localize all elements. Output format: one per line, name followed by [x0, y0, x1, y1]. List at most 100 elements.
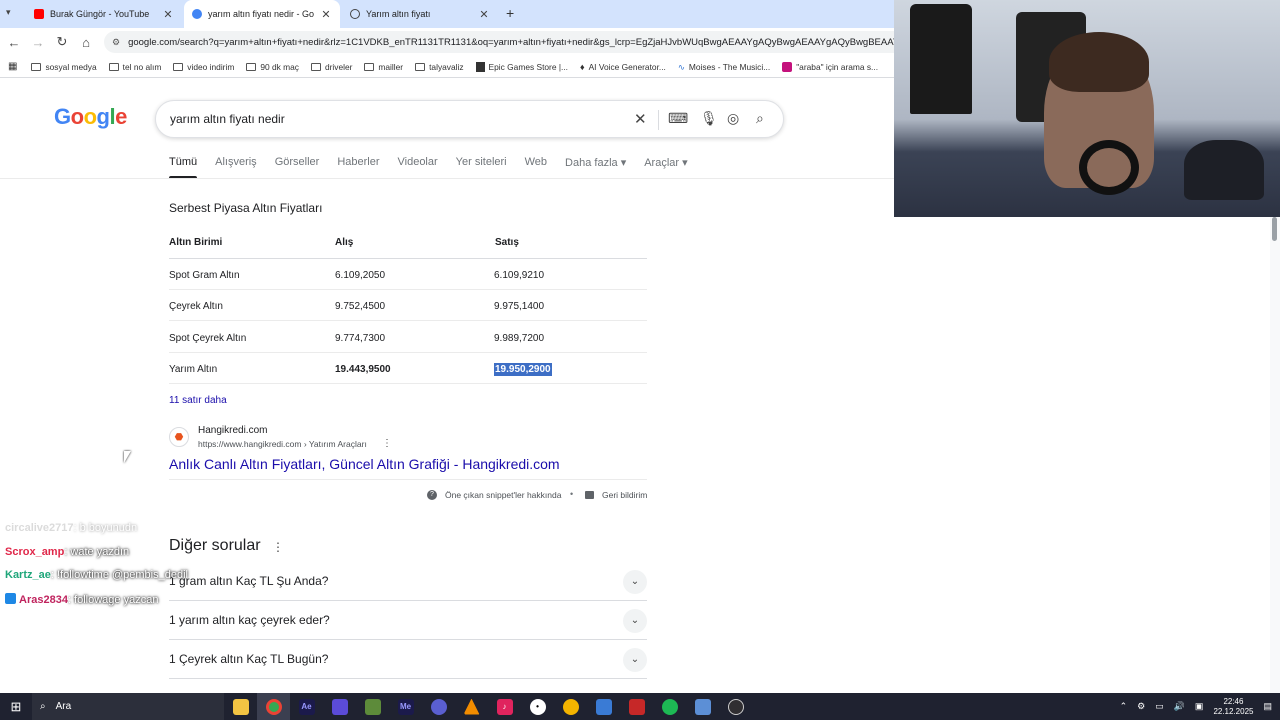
app-icon[interactable]: [422, 693, 455, 720]
tab-search-button[interactable]: ▾: [6, 7, 20, 21]
tab-shopping[interactable]: Alışveriş: [215, 156, 257, 169]
mouse-cursor-icon: [124, 451, 131, 463]
bookmark-folder[interactable]: tel no alım: [108, 62, 161, 72]
close-icon[interactable]: ✕: [320, 8, 332, 21]
site-info-icon[interactable]: ⚙: [112, 37, 120, 48]
app-icon[interactable]: [620, 693, 653, 720]
microphone-icon[interactable]: 🎙: [700, 110, 718, 127]
browser-tab[interactable]: Yarım altın fiyatı ✕: [342, 0, 498, 28]
search-site-icon: [782, 61, 793, 72]
tab-tools[interactable]: Araçlar ▾: [644, 156, 687, 169]
chevron-down-icon: ⌄: [623, 648, 647, 672]
file-explorer-icon[interactable]: [224, 693, 257, 720]
battery-icon[interactable]: ▭: [1155, 701, 1164, 712]
app-icon[interactable]: [686, 693, 719, 720]
back-icon[interactable]: ←: [2, 30, 26, 54]
bookmark-folder[interactable]: sosyal medya: [31, 62, 97, 72]
globe-icon: [350, 9, 360, 19]
bookmarks-bar: ▦ sosyal medya tel no alım video indirim…: [0, 56, 894, 78]
search-icon: ⌕: [40, 701, 46, 712]
bookmark-link[interactable]: ♦ AI Voice Generator...: [580, 62, 666, 72]
selected-text[interactable]: 19.950,2900: [494, 363, 552, 376]
close-icon[interactable]: ✕: [162, 8, 174, 21]
media-encoder-icon[interactable]: Me: [389, 693, 422, 720]
bookmark-link[interactable]: Epic Games Store |...: [475, 61, 568, 72]
search-icon[interactable]: ⌕: [756, 110, 764, 127]
windows-start-icon[interactable]: ⊞: [0, 693, 32, 720]
scrollbar-thumb[interactable]: [1272, 217, 1277, 241]
search-box[interactable]: yarım altın fiyatı nedir ✕ ⌨ 🎙 ◎ ⌕: [155, 100, 784, 138]
folder-icon: [246, 62, 257, 71]
ai-voice-icon: ♦: [580, 61, 585, 72]
tab-all[interactable]: Tümü: [169, 156, 198, 179]
keyboard-icon[interactable]: ⌨: [668, 110, 688, 127]
bookmark-link[interactable]: ∿ Moises - The Musici...: [678, 62, 770, 72]
tab-more[interactable]: Daha fazla ▾: [565, 156, 626, 169]
feedback-link[interactable]: Geri bildirim: [585, 490, 647, 500]
tab-videos[interactable]: Videolar: [398, 156, 438, 169]
clock[interactable]: 22:46 22.12.2025: [1213, 697, 1253, 717]
tab-places[interactable]: Yer siteleri: [456, 156, 507, 169]
table-header: Altın Birimi: [169, 237, 223, 248]
chevron-up-icon[interactable]: ⌃: [1120, 701, 1128, 712]
snippet-title: Serbest Piyasa Altın Fiyatları: [169, 201, 323, 215]
taskbar-search[interactable]: ⌕ Ara: [32, 693, 224, 720]
source-url[interactable]: https://www.hangikredi.com › Yatırım Ara…: [198, 439, 367, 449]
chrome-icon[interactable]: [257, 693, 290, 720]
display-icon[interactable]: ▣: [1195, 701, 1204, 712]
close-icon[interactable]: ✕: [478, 8, 490, 21]
spotify-icon[interactable]: [653, 693, 686, 720]
volume-icon[interactable]: 🔊: [1174, 701, 1185, 712]
app-icon[interactable]: •: [521, 693, 554, 720]
apps-icon[interactable]: ▦: [8, 61, 17, 72]
address-bar[interactable]: ⚙ google.com/search?q=yarım+altın+fiyatı…: [104, 31, 894, 53]
source-name[interactable]: Hangikredi.com: [198, 425, 267, 436]
paa-title: Diğer sorular: [169, 537, 261, 554]
youtube-icon: [34, 9, 44, 19]
scrollbar[interactable]: [1270, 217, 1280, 693]
table-row: Spot Gram Altın 6.109,2050 6.109,9210: [169, 259, 647, 290]
app-icon[interactable]: [587, 693, 620, 720]
table-row: Yarım Altın 19.443,9500 19.950,2900: [169, 353, 647, 384]
more-options-icon[interactable]: ⋮: [382, 438, 392, 449]
separator-dot: •: [570, 489, 574, 499]
tab-images[interactable]: Görseller: [275, 156, 320, 169]
browser-tab-active[interactable]: yarım altın fiyatı nedir - Google ✕: [184, 0, 340, 28]
notification-icon[interactable]: ▤: [1263, 701, 1272, 712]
result-link[interactable]: Anlık Canlı Altın Fiyatları, Güncel Altı…: [169, 456, 560, 472]
tab-web[interactable]: Web: [525, 156, 547, 169]
more-rows-link[interactable]: 11 satır daha: [169, 395, 227, 406]
tiktok-icon[interactable]: ♪: [488, 693, 521, 720]
help-icon: ?: [427, 490, 437, 500]
forward-icon[interactable]: →: [26, 30, 50, 54]
bookmark-folder[interactable]: video indirim: [173, 62, 234, 72]
bookmark-folder[interactable]: 90 dk maç: [246, 62, 299, 72]
network-icon[interactable]: ⚙: [1137, 701, 1145, 712]
app-icon[interactable]: [356, 693, 389, 720]
tab-news[interactable]: Haberler: [337, 156, 379, 169]
bookmark-folder[interactable]: driveler: [310, 62, 352, 72]
after-effects-icon[interactable]: Ae: [290, 693, 323, 720]
vlc-icon[interactable]: [455, 693, 488, 720]
about-snippets-link[interactable]: ? Öne çıkan snippet'ler hakkında: [427, 490, 561, 500]
paa-question[interactable]: 1 yarım altın kaç çeyrek eder? ⌄: [169, 601, 647, 640]
reload-icon[interactable]: ↻: [50, 30, 74, 54]
maps-icon[interactable]: [554, 693, 587, 720]
browser-tab[interactable]: Burak Güngör - YouTube ✕: [26, 0, 182, 28]
bookmark-link[interactable]: "araba" için arama s...: [782, 61, 878, 72]
obs-icon[interactable]: [719, 693, 752, 720]
paa-question[interactable]: 1 Çeyrek altın Kaç TL Bugün? ⌄: [169, 640, 647, 679]
bookmark-folder[interactable]: talyavaliz: [415, 62, 464, 72]
new-tab-button[interactable]: +: [506, 5, 514, 21]
divider: [169, 479, 647, 480]
clear-icon[interactable]: ✕: [634, 110, 647, 128]
bookmark-folder[interactable]: mailler: [364, 62, 403, 72]
google-logo[interactable]: Google: [54, 104, 127, 130]
paa-question[interactable]: 1 gram altın Kaç TL Şu Anda? ⌄: [169, 562, 647, 601]
search-input[interactable]: yarım altın fiyatı nedir: [170, 112, 285, 126]
brave-icon[interactable]: [323, 693, 356, 720]
lens-icon[interactable]: ◎: [727, 110, 739, 127]
home-icon[interactable]: ⌂: [74, 30, 98, 54]
more-options-icon[interactable]: ⋮: [272, 540, 284, 554]
google-icon: [192, 9, 202, 19]
